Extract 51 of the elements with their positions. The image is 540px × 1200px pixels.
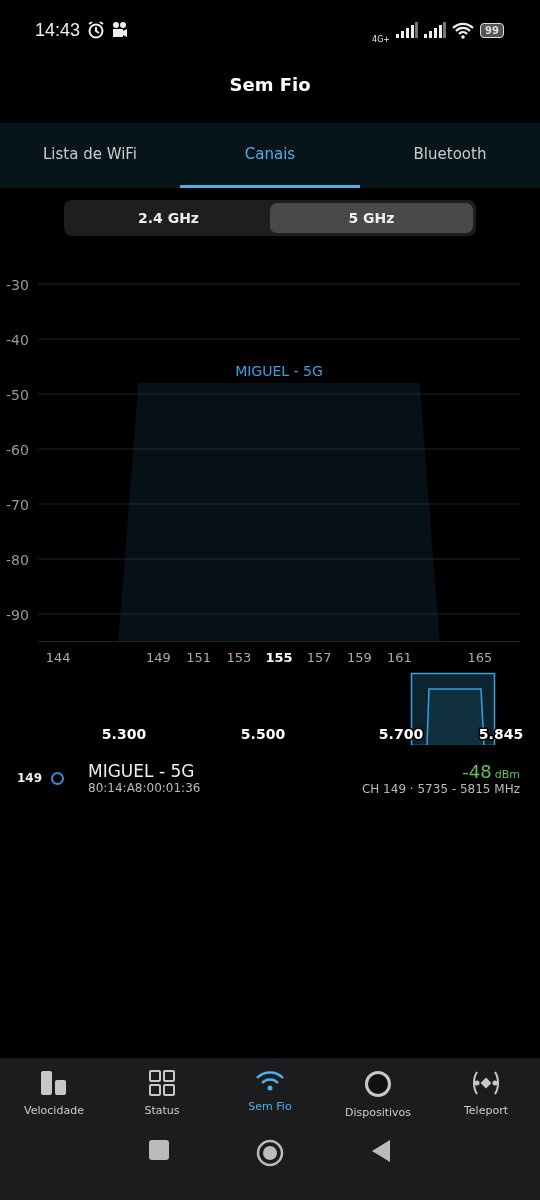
nav-item[interactable]: Velocidade — [0, 1070, 108, 1119]
wifi-icon — [255, 1070, 285, 1092]
network-label: MIGUEL - 5G — [235, 363, 323, 379]
band-option[interactable]: 2.4 GHz — [67, 203, 270, 233]
axis-label: -50 — [6, 387, 29, 403]
axis-label: 144 — [45, 649, 71, 665]
mac-address: 80:14:A8:00:01:36 — [88, 781, 202, 795]
nav-item[interactable]: Dispositivos — [324, 1070, 432, 1119]
tab[interactable]: Bluetooth — [360, 123, 540, 188]
camera-icon — [112, 21, 129, 39]
axis-label: 155 — [265, 649, 293, 665]
axis-label: 159 — [346, 649, 372, 665]
teleport-icon — [471, 1070, 501, 1096]
axis-label: 153 — [226, 649, 252, 665]
signal-strength: -48 — [462, 760, 492, 782]
axis-label: 157 — [306, 649, 332, 665]
tab[interactable]: Lista de WiFi — [0, 123, 180, 188]
network-name: MIGUEL - 5G — [88, 761, 196, 781]
signal-icon — [424, 22, 447, 38]
nav-item[interactable]: Teleport — [432, 1070, 540, 1119]
band-option[interactable]: 5 GHz — [270, 203, 473, 233]
back-icon[interactable] — [370, 1139, 392, 1163]
axis-label: -40 — [6, 332, 29, 348]
tab[interactable]: Canais — [180, 123, 360, 188]
axis-label: -90 — [6, 607, 29, 623]
channel-detail: CH 149 · 5735 - 5815 MHz — [361, 781, 520, 796]
axis-label: -70 — [6, 497, 29, 513]
wifi-icon — [452, 21, 475, 39]
axis-label: 149 — [146, 649, 171, 665]
network-type: 4G+ — [372, 34, 391, 44]
battery-level: 99 — [480, 22, 504, 38]
axis-label: 151 — [186, 649, 212, 665]
grid-icon — [149, 1070, 175, 1096]
screen-title: Sem Fio — [228, 73, 312, 97]
axis-label: 161 — [387, 649, 412, 665]
axis-label: -60 — [6, 442, 29, 458]
clock-time: 14:43 — [35, 19, 81, 41]
bar-chart-icon — [40, 1070, 68, 1096]
circle-icon — [364, 1070, 392, 1098]
nav-item[interactable]: Sem Fio — [216, 1070, 324, 1119]
nav-item[interactable]: Status — [108, 1070, 216, 1119]
recent-apps-icon[interactable] — [148, 1139, 170, 1161]
channel-number: 149 — [17, 771, 44, 785]
frequency-label: 5.500 — [240, 726, 286, 742]
axis-label: -30 — [6, 277, 29, 293]
axis-label: -80 — [6, 552, 29, 568]
signal-unit: dBm — [494, 767, 520, 781]
frequency-label: 5.300 — [101, 726, 147, 742]
signal-icon — [396, 22, 419, 38]
axis-label: 165 — [467, 649, 493, 665]
home-icon[interactable] — [256, 1139, 284, 1167]
